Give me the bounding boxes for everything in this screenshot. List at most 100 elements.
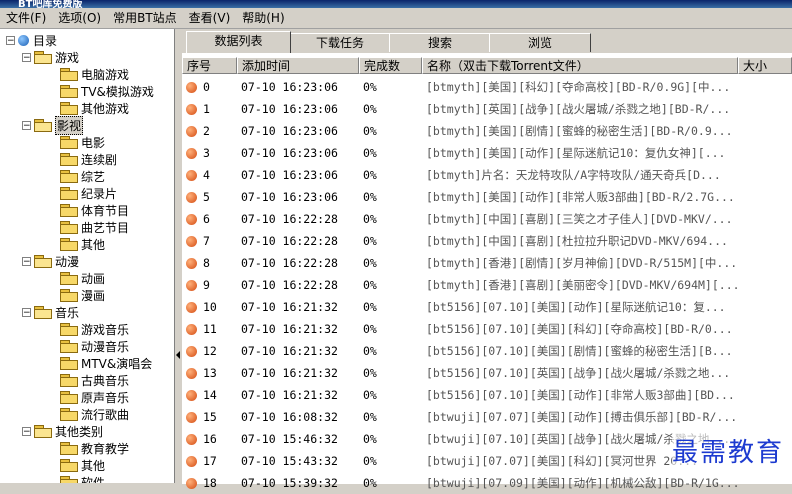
- tree-label: TV&模拟游戏: [81, 84, 154, 99]
- tree-item[interactable]: 电影: [60, 134, 105, 150]
- collapse-arrow-icon[interactable]: [176, 351, 180, 359]
- row-index: 8: [203, 256, 210, 270]
- pane-splitter[interactable]: [175, 29, 182, 483]
- cell-name: [btmyth][香港][剧情][岁月神偷][DVD-R/515M][中...: [426, 256, 738, 270]
- tree-item[interactable]: 动画: [60, 270, 105, 286]
- table-row[interactable]: 13 07-10 16:21:32 0% [bt5156][07.10][英国][战争…: [182, 362, 792, 384]
- table-row[interactable]: 14 07-10 16:21:32 0% [bt5156][07.10][美国][动作…: [182, 384, 792, 406]
- tree-item[interactable]: 体育节目: [60, 202, 129, 218]
- column-header-name[interactable]: 名称（双击下载Torrent文件）: [422, 57, 738, 74]
- tree-item[interactable]: 古典音乐: [60, 372, 129, 388]
- cell-index: 6: [182, 212, 237, 226]
- tree-item[interactable]: 原声音乐: [60, 389, 129, 405]
- table-row[interactable]: 0 07-10 16:23:06 0% [btmyth][美国][科幻][夺命高校][…: [182, 76, 792, 98]
- row-index: 10: [203, 300, 217, 314]
- tree-item[interactable]: 电脑游戏: [60, 66, 129, 82]
- torrent-status-icon: [186, 390, 197, 401]
- collapse-icon[interactable]: −: [22, 426, 31, 436]
- cell-completed: 0%: [363, 388, 377, 402]
- tree-item[interactable]: TV&模拟游戏: [60, 83, 154, 99]
- collapse-icon[interactable]: −: [6, 35, 15, 45]
- tree-item[interactable]: 纪录片: [60, 185, 117, 201]
- menu-view[interactable]: 查看(V): [183, 8, 237, 28]
- tree-item[interactable]: 游戏音乐: [60, 321, 129, 337]
- table-row[interactable]: 2 07-10 16:23:06 0% [btmyth][美国][剧情][蜜蜂的秘密生…: [182, 120, 792, 142]
- tree-group[interactable]: − 影视: [22, 115, 84, 135]
- cell-index: 11: [182, 322, 237, 336]
- table-row[interactable]: 10 07-10 16:21:32 0% [bt5156][07.10][美国][动作…: [182, 296, 792, 318]
- folder-icon: [60, 221, 78, 234]
- tree-group[interactable]: − 游戏: [22, 49, 79, 65]
- folder-icon: [60, 391, 78, 404]
- tree-label: 流行歌曲: [81, 407, 130, 422]
- table-row[interactable]: 1 07-10 16:23:06 0% [btmyth][英国][战争][战火屠城/杀…: [182, 98, 792, 120]
- tree-item[interactable]: 动漫音乐: [60, 338, 129, 354]
- table-row[interactable]: 3 07-10 16:23:06 0% [btmyth][美国][动作][星际迷航记1…: [182, 142, 792, 164]
- folder-open-icon: [34, 119, 52, 132]
- folder-icon: [60, 187, 78, 200]
- tree-item[interactable]: 软件: [60, 474, 105, 483]
- tree-item[interactable]: 综艺: [60, 168, 105, 184]
- cell-added-time: 07-10 16:22:28: [241, 234, 338, 248]
- tree-item[interactable]: 教育教学: [60, 440, 129, 456]
- cell-index: 17: [182, 454, 237, 468]
- torrent-status-icon: [186, 214, 197, 225]
- cell-completed: 0%: [363, 278, 377, 292]
- table-row[interactable]: 5 07-10 16:23:06 0% [btmyth][美国][动作][非常人贩3部…: [182, 186, 792, 208]
- column-header-size[interactable]: 大小: [738, 57, 792, 74]
- tree-item-root[interactable]: − 目录: [6, 32, 57, 48]
- column-header-index[interactable]: 序号: [182, 57, 237, 74]
- column-header-completed[interactable]: 完成数: [359, 57, 422, 74]
- tree-item[interactable]: 其他: [60, 457, 105, 473]
- tab-data-list[interactable]: 数据列表: [186, 31, 291, 53]
- cell-name: [btmyth][香港][喜剧][美丽密令][DVD-MKV/694M][...: [426, 278, 738, 292]
- cell-added-time: 07-10 15:46:32: [241, 432, 338, 446]
- menu-bt-sites[interactable]: 常用BT站点: [107, 8, 183, 28]
- menu-file[interactable]: 文件(F): [0, 8, 52, 28]
- tree-item[interactable]: 连续剧: [60, 151, 117, 167]
- table-row[interactable]: 15 07-10 16:08:32 0% [btwuji][07.07][美国][动作…: [182, 406, 792, 428]
- tab-download-tasks[interactable]: 下载任务: [289, 33, 391, 52]
- tab-search[interactable]: 搜索: [389, 33, 491, 52]
- category-tree[interactable]: − 目录 − 游戏 电脑游戏 TV&模拟游戏 其他游戏 − 影视 电影 连续剧 综艺 纪录片体育节目曲艺…: [0, 29, 175, 483]
- tree-item[interactable]: 其他游戏: [60, 100, 129, 116]
- tree-label: 曲艺节目: [81, 220, 130, 235]
- tab-browse[interactable]: 浏览: [489, 33, 591, 52]
- table-row[interactable]: 11 07-10 16:21:32 0% [bt5156][07.10][美国][科幻…: [182, 318, 792, 340]
- cell-added-time: 07-10 15:43:32: [241, 454, 338, 468]
- tree-label: 电影: [81, 135, 106, 150]
- cell-name: [btwuji][07.09][美国][动作][机械公敌][BD-R/1G...: [426, 476, 738, 490]
- menu-options[interactable]: 选项(O): [52, 8, 107, 28]
- cell-completed: 0%: [363, 410, 377, 424]
- folder-icon: [60, 102, 78, 115]
- tree-item[interactable]: 其他: [60, 236, 105, 252]
- tree-label: 体育节目: [81, 203, 130, 218]
- cell-index: 12: [182, 344, 237, 358]
- table-row[interactable]: 8 07-10 16:22:28 0% [btmyth][香港][剧情][岁月神偷][…: [182, 252, 792, 274]
- table-row[interactable]: 18 07-10 15:39:32 0% [btwuji][07.09][美国][动作…: [182, 472, 792, 494]
- tree-label: 动漫音乐: [81, 339, 130, 354]
- collapse-icon[interactable]: −: [22, 120, 31, 130]
- tree-group[interactable]: − 动漫: [22, 253, 79, 269]
- table-row[interactable]: 9 07-10 16:22:28 0% [btmyth][香港][喜剧][美丽密令][…: [182, 274, 792, 296]
- tree-item[interactable]: 曲艺节目: [60, 219, 129, 235]
- menu-help[interactable]: 帮助(H): [236, 8, 290, 28]
- tree-item[interactable]: 流行歌曲: [60, 406, 129, 422]
- table-row[interactable]: 12 07-10 16:21:32 0% [bt5156][07.10][美国][剧情…: [182, 340, 792, 362]
- table-row[interactable]: 6 07-10 16:22:28 0% [btmyth][中国][喜剧][三笑之才子佳…: [182, 208, 792, 230]
- tree-group[interactable]: − 音乐: [22, 304, 79, 320]
- tree-label: 动漫: [55, 254, 80, 269]
- row-index: 2: [203, 124, 210, 138]
- table-row[interactable]: 4 07-10 16:23:06 0% [btmyth]片名：天龙特攻队/A字特攻队/…: [182, 164, 792, 186]
- tree-item[interactable]: 漫画: [60, 287, 105, 303]
- cell-added-time: 07-10 16:23:06: [241, 146, 338, 160]
- column-header-added-time[interactable]: 添加时间: [237, 57, 359, 74]
- tree-item[interactable]: MTV&演唱会: [60, 355, 152, 371]
- collapse-icon[interactable]: −: [22, 52, 31, 62]
- tree-group[interactable]: − 其他类别: [22, 423, 103, 439]
- tree-label: 其他类别: [55, 424, 104, 439]
- table-row[interactable]: 7 07-10 16:22:28 0% [btmyth][中国][喜剧][杜拉拉升职记…: [182, 230, 792, 252]
- collapse-icon[interactable]: −: [22, 256, 31, 266]
- collapse-icon[interactable]: −: [22, 307, 31, 317]
- row-index: 0: [203, 80, 210, 94]
